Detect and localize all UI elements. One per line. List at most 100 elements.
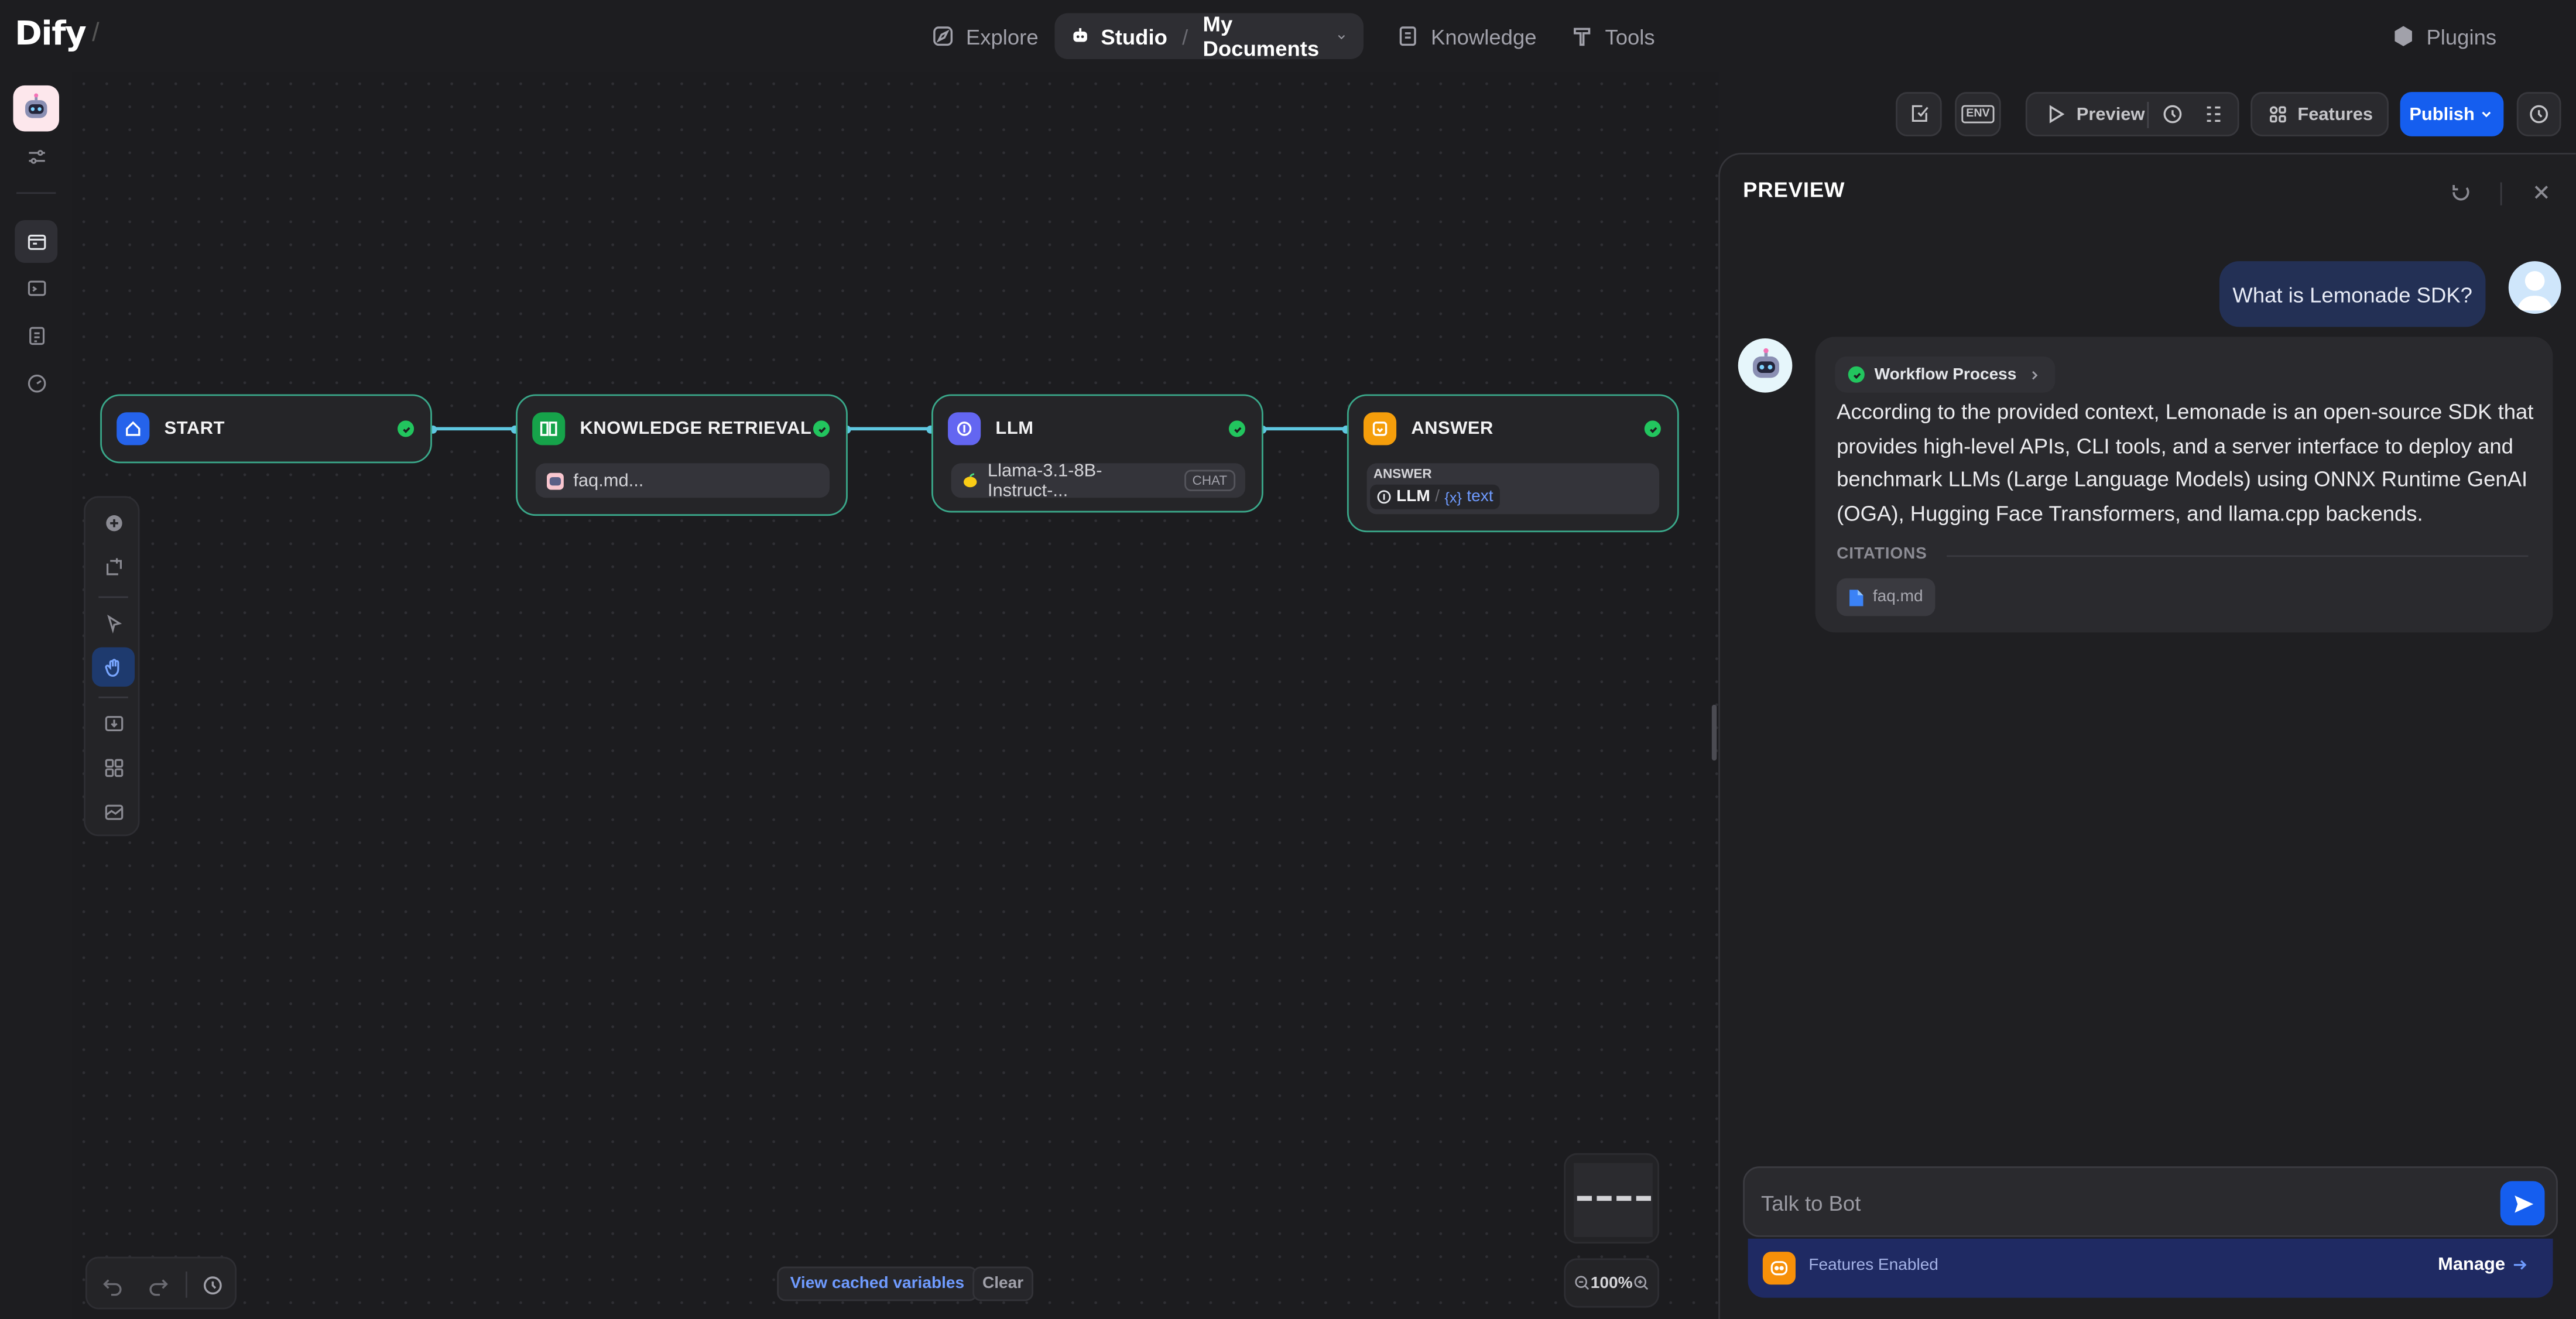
history-icon — [203, 1275, 221, 1294]
clear-cache-button[interactable]: Clear — [972, 1266, 1034, 1301]
minimap[interactable] — [1564, 1153, 1660, 1244]
version-history-top-button[interactable] — [2516, 92, 2561, 136]
chevron-right-icon — [2031, 370, 2037, 379]
minimap-node — [1577, 1195, 1592, 1201]
llm-model-name: Llama-3.1-8B-Instruct-... — [987, 461, 1102, 501]
rail-orchestrate[interactable] — [15, 220, 58, 263]
checklist-icon — [1911, 105, 1928, 122]
node-header: START — [117, 412, 225, 446]
chevron-down-icon — [2482, 111, 2492, 118]
tool-divider — [98, 696, 128, 698]
rail-logs[interactable] — [15, 314, 57, 357]
grid-icon — [104, 758, 122, 776]
preview-button-label[interactable]: Preview — [2077, 104, 2145, 124]
features-button[interactable]: Features — [2250, 92, 2389, 136]
variable-name: text — [1467, 488, 1493, 506]
env-variables-button[interactable]: ENV — [1955, 92, 2001, 136]
checklist-button[interactable] — [1896, 92, 1942, 136]
manage-label: Manage — [2438, 1255, 2506, 1275]
variable-separator: / — [1435, 488, 1440, 506]
dify-logo[interactable]: Dify — [15, 13, 87, 52]
panel-resize-handle[interactable] — [1711, 704, 1717, 761]
node-title: ANSWER — [1411, 419, 1493, 439]
node-start[interactable]: START — [100, 394, 432, 464]
undo-button[interactable] — [95, 1268, 128, 1301]
variable-prefix: {x} — [1444, 488, 1462, 505]
zoom-out-icon[interactable] — [1574, 1273, 1591, 1293]
add-node-button[interactable] — [92, 503, 135, 542]
features-enabled-text: Features Enabled — [1808, 1256, 1938, 1275]
organize-nodes-button[interactable] — [92, 748, 135, 787]
llm-model-chip[interactable]: Llama-3.1-8B-Instruct-... CHAT — [951, 461, 1245, 501]
node-header: KNOWLEDGE RETRIEVAL — [532, 412, 812, 446]
robot-icon — [1073, 28, 1087, 42]
preview-group: Preview — [2025, 92, 2239, 136]
pointer-mode-button[interactable] — [92, 603, 135, 642]
rail-settings[interactable] — [15, 135, 57, 177]
workflow-process-toggle[interactable]: Workflow Process — [1835, 356, 2054, 393]
nav-explore[interactable]: Explore — [915, 13, 1055, 59]
chevron-down-icon[interactable] — [1335, 29, 1347, 43]
llm-mode-badge: CHAT — [1184, 470, 1236, 491]
node-header: LLM — [948, 412, 1033, 446]
zoom-in-icon[interactable] — [1633, 1273, 1650, 1293]
canvas-tool-panel — [84, 496, 140, 837]
run-history-icon[interactable] — [2162, 104, 2183, 125]
version-history-button[interactable] — [196, 1268, 228, 1301]
node-knowledge-retrieval[interactable]: KNOWLEDGE RETRIEVAL faq.md... — [516, 394, 848, 516]
nav-plugins[interactable]: Plugins — [2375, 13, 2513, 59]
node-title: KNOWLEDGE RETRIEVAL — [580, 419, 812, 439]
redo-button[interactable] — [141, 1268, 174, 1301]
nav-knowledge[interactable]: Knowledge — [1380, 13, 1553, 59]
minimap-node — [1616, 1195, 1632, 1201]
node-llm[interactable]: LLM Llama-3.1-8B-Instruct-... CHAT — [931, 394, 1263, 513]
send-button[interactable] — [2500, 1181, 2545, 1226]
node-answer[interactable]: ANSWER ANSWER LLM / {x} text — [1347, 394, 1679, 533]
answer-icon — [1363, 412, 1397, 446]
logo-separator: / — [92, 19, 100, 48]
hand-mode-button[interactable] — [92, 647, 135, 687]
arrow-right-icon — [2513, 1260, 2527, 1270]
restart-conversation-button[interactable] — [2450, 181, 2472, 204]
left-rail — [0, 72, 72, 1319]
success-check-icon — [398, 420, 415, 437]
nav-studio[interactable]: Studio / My Documents — [1054, 12, 1364, 61]
edge-llm-answer — [1263, 427, 1347, 431]
manage-features-button[interactable]: Manage — [2438, 1255, 2528, 1275]
plus-circle-icon — [105, 514, 122, 530]
workflow-canvas[interactable] — [72, 72, 1719, 1319]
bot-message: Workflow Process According to the provid… — [1815, 337, 2553, 633]
app-avatar[interactable] — [13, 85, 60, 132]
close-preview-button[interactable] — [2530, 181, 2553, 204]
nav-tools[interactable]: Tools — [1554, 13, 1671, 59]
cursor-icon — [106, 614, 121, 633]
features-enabled-bar: Features Enabled Manage — [1748, 1238, 2553, 1298]
history-divider — [186, 1271, 187, 1298]
apps-icon — [2269, 106, 2286, 123]
book-icon — [1399, 26, 1416, 46]
hand-icon — [104, 658, 119, 676]
top-navigation: Dify / Explore Studio / My Documents Kno… — [0, 0, 2576, 72]
knowledge-dataset-chip[interactable]: faq.md... — [535, 463, 830, 498]
publish-button[interactable]: Publish — [2400, 92, 2504, 136]
publish-label: Publish — [2409, 104, 2475, 124]
add-note-button[interactable] — [92, 547, 135, 586]
nav-studio-app-name[interactable]: My Documents — [1203, 12, 1324, 61]
chat-input[interactable] — [1761, 1186, 2468, 1219]
rail-api[interactable] — [15, 266, 57, 309]
debug-log-icon[interactable] — [2203, 104, 2224, 125]
success-check-icon — [1848, 366, 1865, 383]
citations-label: CITATIONS — [1837, 545, 1927, 564]
play-icon — [2049, 105, 2065, 124]
close-icon — [2534, 186, 2548, 199]
minimap-toggle-button[interactable] — [92, 792, 135, 831]
answer-variable-chip[interactable]: LLM / {x} text — [1370, 484, 1500, 509]
window-icon — [27, 234, 46, 249]
zoom-level[interactable]: 100% — [1591, 1274, 1633, 1292]
citation-chip[interactable]: faq.md — [1837, 578, 1935, 616]
view-cached-variables-button[interactable]: View cached variables — [777, 1266, 978, 1301]
export-image-button[interactable] — [92, 703, 135, 742]
minimap-viewport — [1574, 1163, 1653, 1237]
dataset-name: faq.md... — [573, 470, 644, 491]
rail-monitoring[interactable] — [15, 361, 57, 404]
